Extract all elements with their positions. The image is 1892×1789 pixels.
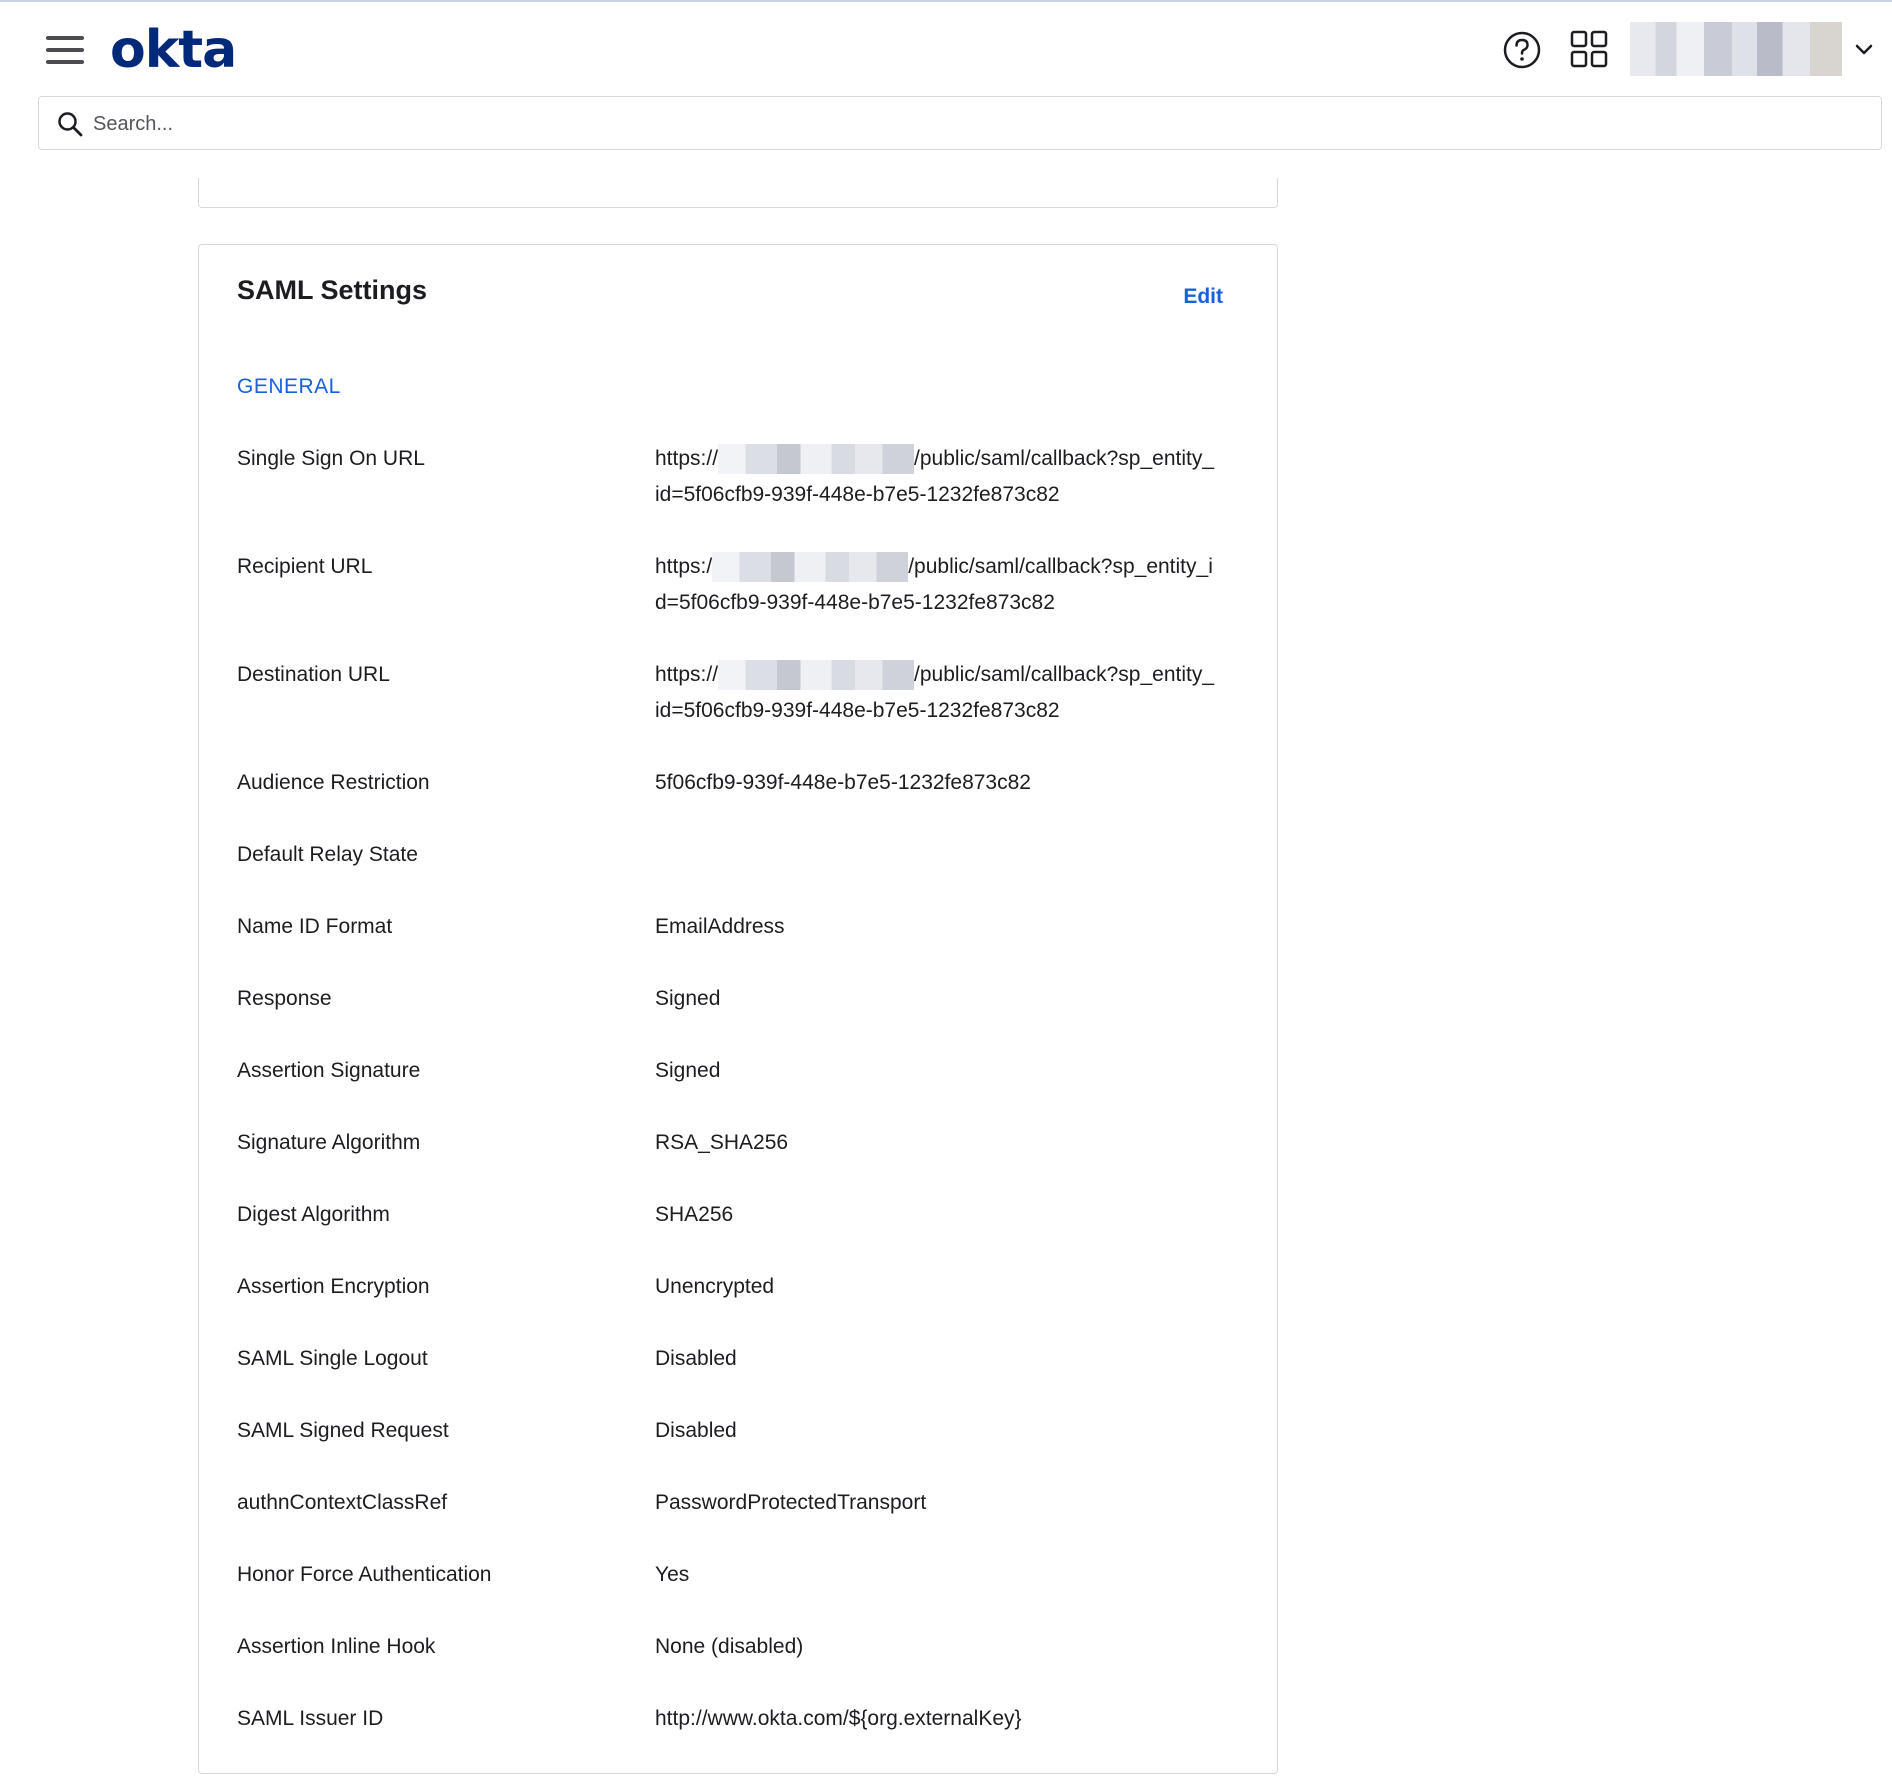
setting-value: EmailAddress [655, 915, 785, 938]
setting-row-saml-single-logout: SAML Single Logout Disabled [237, 1341, 1237, 1413]
setting-value: Signed [655, 987, 721, 1010]
search-icon [58, 112, 83, 137]
setting-value: None (disabled) [655, 1635, 804, 1658]
saml-settings-list: Single Sign On URL https:///public/saml/… [237, 441, 1237, 1773]
setting-label: Audience Restriction [237, 771, 430, 794]
setting-label: SAML Signed Request [237, 1419, 449, 1442]
app-grid-icon[interactable] [1570, 30, 1608, 68]
setting-label: SAML Single Logout [237, 1347, 428, 1370]
setting-row-audience-restriction: Audience Restriction 5f06cfb9-939f-448e-… [237, 765, 1237, 837]
setting-label: Assertion Signature [237, 1059, 421, 1082]
setting-row-saml-issuer-id: SAML Issuer ID http://www.okta.com/${org… [237, 1701, 1237, 1773]
saml-settings-card: SAML Settings Edit GENERAL Single Sign O… [198, 244, 1278, 1774]
redacted-host [718, 660, 915, 691]
setting-row-default-relay-state: Default Relay State [237, 837, 1237, 909]
search-input[interactable] [91, 105, 1855, 143]
setting-value [655, 837, 1215, 909]
chevron-down-icon[interactable] [1854, 42, 1874, 56]
setting-row-destination-url: Destination URL https:///public/saml/cal… [237, 657, 1237, 765]
setting-row-assertion-inline-hook: Assertion Inline Hook None (disabled) [237, 1629, 1237, 1701]
redacted-host [712, 552, 909, 583]
value-prefix: https:/ [655, 555, 713, 578]
setting-label: Signature Algorithm [237, 1131, 421, 1154]
setting-value: PasswordProtectedTransport [655, 1491, 927, 1514]
setting-label: Recipient URL [237, 555, 373, 578]
setting-row-honor-force-authentication: Honor Force Authentication Yes [237, 1557, 1237, 1629]
setting-row-saml-signed-request: SAML Signed Request Disabled [237, 1413, 1237, 1485]
setting-label: SAML Issuer ID [237, 1707, 384, 1730]
user-account-menu[interactable] [1630, 22, 1842, 76]
setting-label: authnContextClassRef [237, 1491, 448, 1514]
setting-label: Name ID Format [237, 915, 393, 938]
setting-value: Disabled [655, 1419, 737, 1442]
setting-value: Yes [655, 1563, 690, 1586]
setting-label: Assertion Inline Hook [237, 1635, 436, 1658]
setting-value: Disabled [655, 1347, 737, 1370]
setting-row-response: Response Signed [237, 981, 1237, 1053]
setting-row-digest-algorithm: Digest Algorithm SHA256 [237, 1197, 1237, 1269]
value-prefix: https:// [655, 663, 719, 686]
setting-label: Response [237, 987, 332, 1010]
setting-label: Default Relay State [237, 843, 418, 866]
edit-button[interactable]: Edit [1183, 285, 1223, 309]
previous-section-card [198, 178, 1278, 208]
value-prefix: https:// [655, 447, 719, 470]
setting-row-authn-context-class-ref: authnContextClassRef PasswordProtectedTr… [237, 1485, 1237, 1557]
setting-row-name-id-format: Name ID Format EmailAddress [237, 909, 1237, 981]
setting-label: Digest Algorithm [237, 1203, 390, 1226]
hamburger-menu-icon[interactable] [46, 34, 86, 66]
setting-row-recipient-url: Recipient URL https://public/saml/callba… [237, 549, 1237, 657]
setting-value: https:///public/saml/callback?sp_entity_… [655, 657, 1215, 765]
card-title: SAML Settings [237, 275, 428, 305]
setting-row-assertion-encryption: Assertion Encryption Unencrypted [237, 1269, 1237, 1341]
setting-value: 5f06cfb9-939f-448e-b7e5-1232fe873c82 [655, 771, 1031, 794]
setting-value: http://www.okta.com/${org.externalKey} [655, 1707, 1022, 1730]
setting-label: Honor Force Authentication [237, 1563, 492, 1586]
okta-logo[interactable]: okta [110, 16, 237, 84]
setting-label: Assertion Encryption [237, 1275, 430, 1298]
help-circle-icon[interactable] [1502, 30, 1542, 70]
setting-value: Unencrypted [655, 1275, 775, 1298]
setting-label: Destination URL [237, 663, 390, 686]
setting-row-signature-algorithm: Signature Algorithm RSA_SHA256 [237, 1125, 1237, 1197]
section-label-general: GENERAL [237, 375, 341, 398]
redacted-host [718, 444, 915, 475]
setting-value: SHA256 [655, 1203, 734, 1226]
setting-value: https://public/saml/callback?sp_entity_i… [655, 549, 1215, 657]
setting-label: Single Sign On URL [237, 447, 425, 470]
search-bar [38, 96, 1882, 150]
setting-row-assertion-signature: Assertion Signature Signed [237, 1053, 1237, 1125]
setting-value: RSA_SHA256 [655, 1131, 789, 1154]
app-header: okta [0, 2, 1892, 98]
setting-value: https:///public/saml/callback?sp_entity_… [655, 441, 1215, 549]
setting-value: Signed [655, 1059, 721, 1082]
setting-row-sso-url: Single Sign On URL https:///public/saml/… [237, 441, 1237, 549]
